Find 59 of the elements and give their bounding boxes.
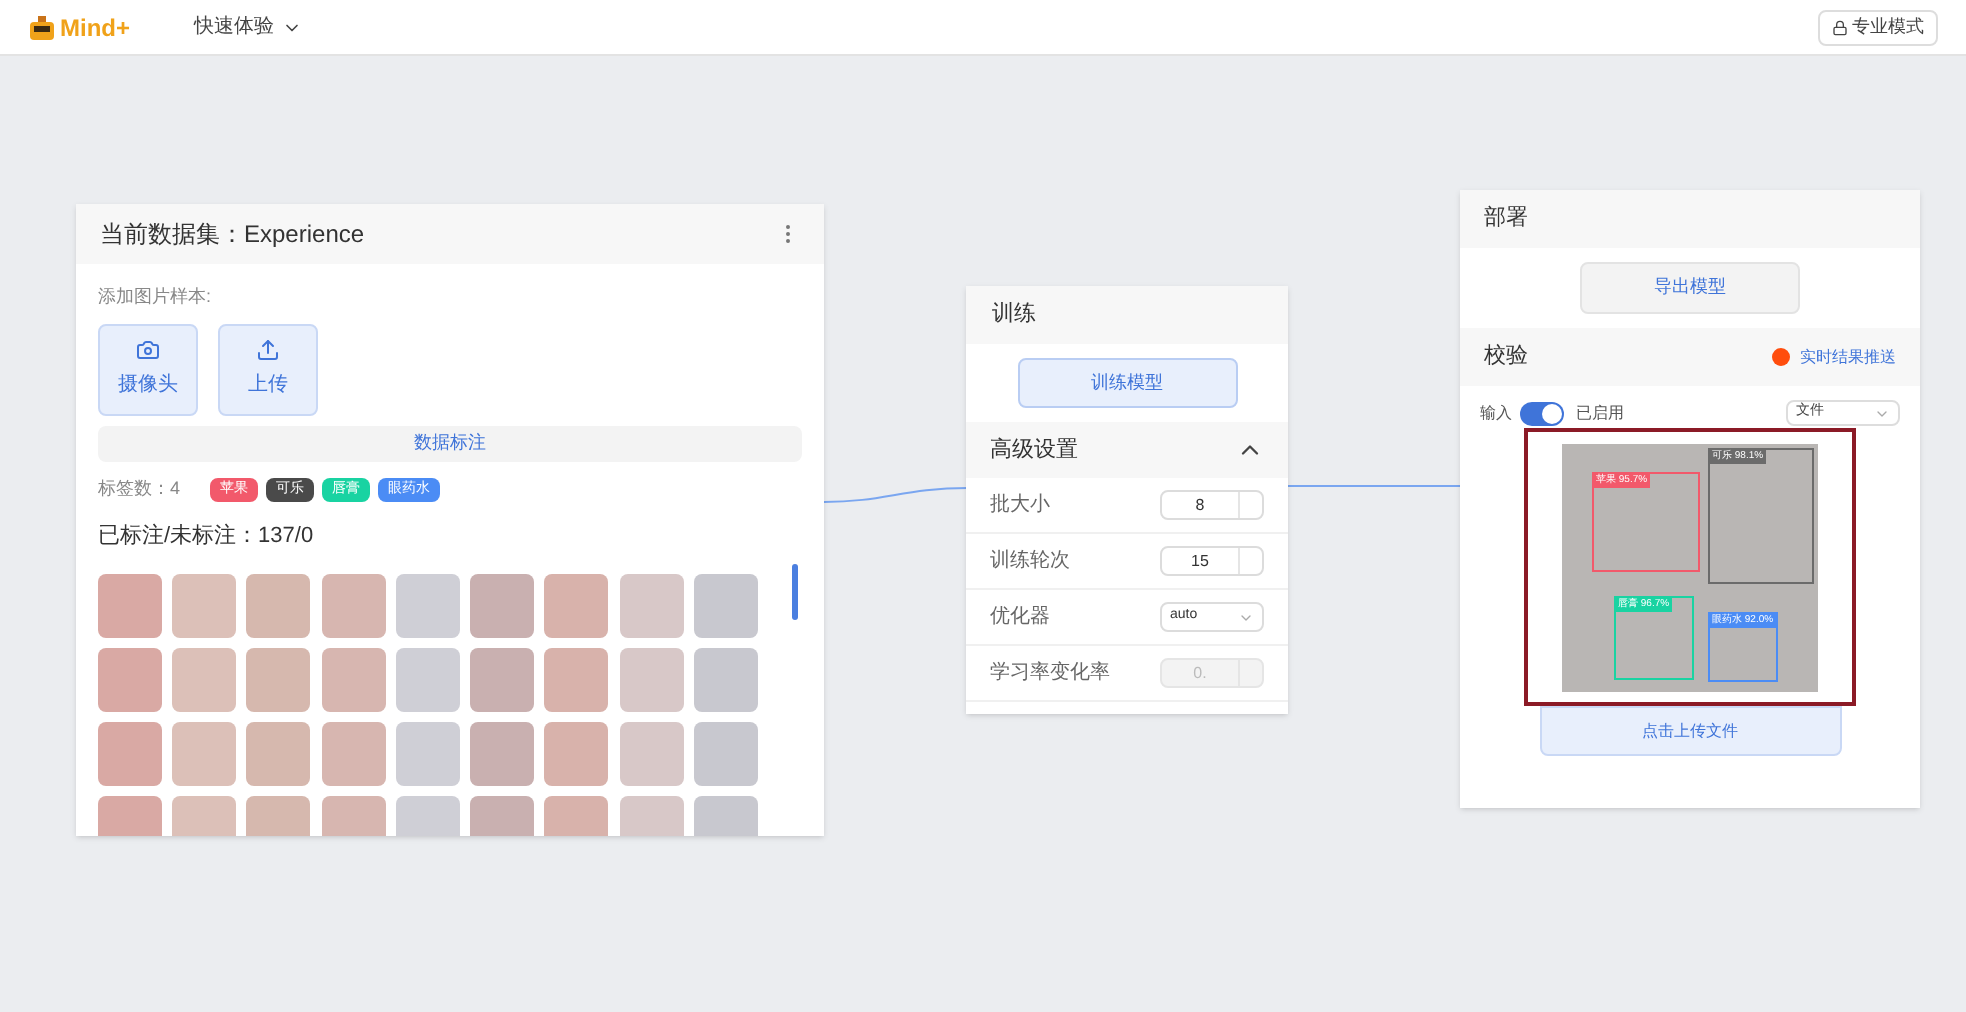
number-field[interactable]: 15 [1160,546,1264,576]
photo-placeholder[interactable] [693,573,758,638]
photo-placeholder[interactable] [470,647,535,712]
photo-placeholder[interactable] [395,573,460,638]
photo-placeholder[interactable] [395,647,460,712]
sample-source-button[interactable]: 摄像头 [98,323,198,415]
photo-placeholder[interactable] [470,573,535,638]
setting-label: 批大小 [990,491,1050,520]
add-samples-label: 添加图片样本: [98,284,214,310]
setting-label: 训练轮次 [990,547,1070,576]
scrollbar-thumb[interactable] [792,563,798,620]
photo-placeholder[interactable] [544,573,609,638]
input-label: 输入 [1480,401,1512,425]
photo-placeholder[interactable] [544,647,609,712]
photo-placeholder[interactable] [321,647,386,712]
photo-placeholder[interactable] [98,647,162,712]
app-logo-text: Mind+ [60,11,130,45]
photo-placeholder[interactable] [693,647,758,712]
advanced-settings-title: 高级设置 [990,435,1078,466]
photo-placeholder[interactable] [470,721,535,786]
tag-count: 标签数：4 [98,475,183,502]
input-switch[interactable] [1520,401,1564,425]
push-link[interactable]: 实时结果推送 [1800,345,1896,369]
photo-placeholder[interactable] [246,647,311,712]
pro-mode-button[interactable]: 专业模式 [1818,9,1938,45]
number-field[interactable]: 8 [1160,490,1264,520]
photo-placeholder[interactable] [172,647,237,712]
setting-label: 优化器 [990,604,1050,632]
setting-label: 学习率变化率 [990,659,1110,688]
photo-placeholder[interactable] [98,573,162,638]
mode-menu[interactable]: 快速体验 [194,12,302,42]
input-state: 已启用 [1576,401,1624,425]
upload-file-button[interactable]: 点击上传文件 [1539,706,1841,756]
photo-placeholder[interactable] [246,573,311,638]
robot-logo-icon [28,13,56,41]
annotate-button[interactable]: 数据标注 [98,425,802,461]
export-model-button[interactable]: 导出模型 [1580,262,1800,314]
photo-placeholder[interactable] [172,573,237,638]
photo-placeholder[interactable] [619,721,684,786]
photo-placeholder[interactable] [172,721,237,786]
photo-placeholder[interactable] [321,721,386,786]
lock-icon [1832,19,1848,35]
train-model-button[interactable]: 训练模型 [1017,358,1237,408]
annotated-count: 已标注/未标注：137/0 [98,521,316,553]
upload-icon [256,338,280,362]
photo-placeholder[interactable] [619,647,684,712]
photo-placeholder[interactable] [693,721,758,786]
photo-placeholder[interactable] [321,573,386,638]
photo-placeholder[interactable] [246,721,311,786]
dataset-title: 当前数据集：Experience [100,218,365,252]
train-title: 训练 [992,300,1036,331]
deploy-title: 部署 [1484,203,1528,235]
photo-placeholder[interactable] [98,721,162,786]
sample-source-button[interactable]: 上传 [218,323,318,415]
camera-icon [136,338,160,362]
photo-placeholder[interactable] [619,573,684,638]
photo-placeholder[interactable] [544,721,609,786]
photo-placeholder[interactable] [395,721,460,786]
verify-title: 校验 [1484,342,1528,373]
